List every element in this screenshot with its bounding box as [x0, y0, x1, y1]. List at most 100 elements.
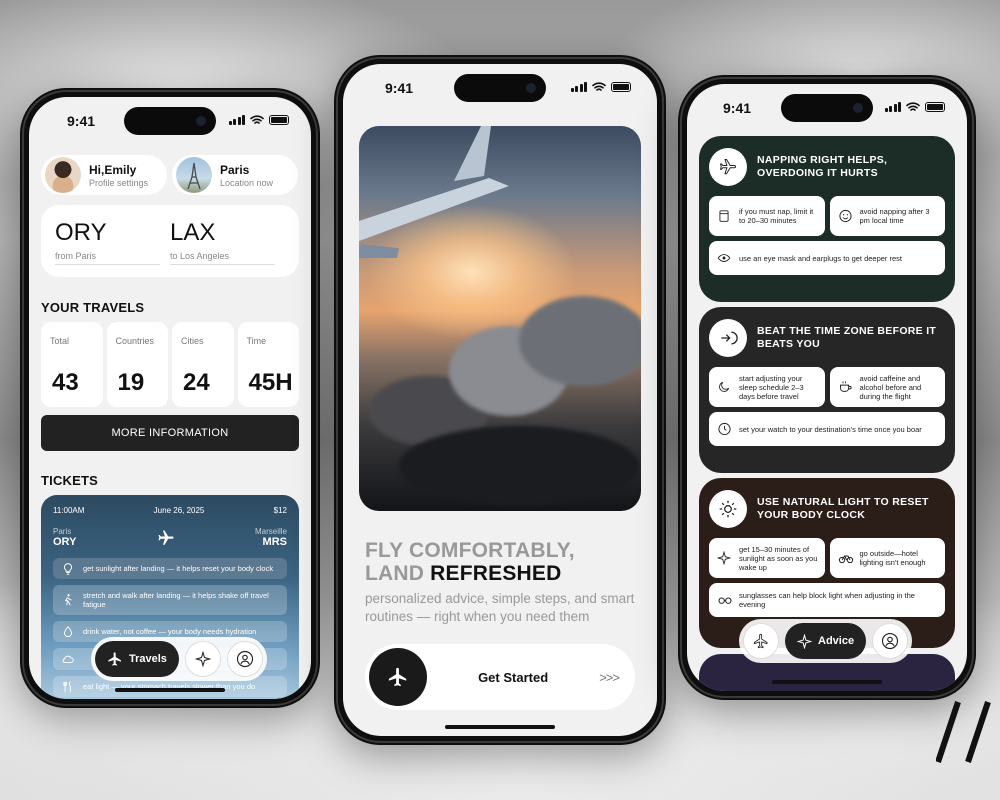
stat-label: Cities: [181, 336, 204, 346]
tip-text: drink water, not coffee — your body need…: [83, 627, 257, 636]
stat-countries: Countries 19: [106, 322, 168, 407]
headline-light: LAND: [365, 562, 431, 586]
card-title: NAPPING RIGHT HELPS, OVERDOING IT HURTS: [757, 153, 888, 179]
advice-card-timezone[interactable]: BEAT THE TIME ZONE BEFORE IT BEATS YOU s…: [699, 307, 955, 473]
profile-text: Hi,Emily Profile settings: [89, 163, 148, 188]
lightbulb-icon: [64, 562, 72, 575]
plane-icon: [158, 530, 174, 545]
route-to: LAX to Los Angeles: [170, 205, 285, 277]
tip-text: sunglasses can help block light when adj…: [739, 591, 915, 609]
airplane-wing-icon: [359, 126, 509, 258]
bottom-nav: Travels: [91, 637, 267, 681]
status-icons: [228, 115, 289, 125]
advice-tip[interactable]: go outside—hotel lighting isn't enough: [829, 538, 945, 578]
profile-icon: [236, 650, 253, 668]
nav-profile-button[interactable]: [226, 641, 263, 677]
card-icon-circle: [709, 319, 747, 357]
stat-time: Time 45H: [237, 322, 299, 407]
more-information-button[interactable]: MORE INFORMATION: [41, 415, 299, 451]
to-code: LAX: [170, 219, 216, 246]
signal-icon: [228, 115, 245, 125]
card-header: BEAT THE TIME ZONE BEFORE IT BEATS YOU: [709, 319, 945, 357]
moon-icon: [719, 381, 730, 392]
advice-tip[interactable]: set your watch to your destination's tim…: [709, 412, 945, 446]
stat-value: 19: [117, 369, 145, 396]
sparkle-icon: [797, 633, 812, 649]
profile-pill[interactable]: Hi,Emily Profile settings: [41, 155, 167, 195]
avatar: [45, 157, 81, 193]
location-subtitle: Location now: [220, 177, 274, 188]
home-indicator[interactable]: [445, 725, 555, 729]
wifi-icon: [250, 115, 264, 124]
from-code: ORY: [55, 219, 107, 246]
cloud-shape: [519, 296, 641, 386]
stat-value: 24: [183, 369, 210, 396]
advice-tip[interactable]: avoid caffeine and alcohol before and du…: [829, 367, 945, 407]
stat-total: Total 43: [41, 322, 103, 407]
plane-icon: [108, 652, 121, 666]
sun-icon: [719, 500, 737, 518]
ticket-route: Paris ORY Marseille MRS: [41, 515, 299, 548]
home-indicator[interactable]: [772, 680, 882, 684]
location-pill[interactable]: Paris Location now: [172, 155, 298, 195]
home-indicator[interactable]: [115, 688, 225, 692]
advice-tip[interactable]: if you must nap, limit it to 20–30 minut…: [709, 196, 825, 236]
stat-cities: Cities 24: [172, 322, 234, 407]
stat-label: Total: [50, 336, 70, 346]
advice-tip[interactable]: use an eye mask and earplugs to get deep…: [709, 241, 945, 275]
headline-line-2: LAND REFRESHED: [365, 562, 575, 585]
nav-advice-button[interactable]: [184, 641, 221, 677]
smiley-icon: [838, 209, 852, 223]
plane-icon: [753, 633, 768, 649]
tip-text: set your watch to your destination's tim…: [739, 424, 922, 434]
headline: FLY COMFORTABLY, LAND REFRESHED: [365, 539, 575, 585]
tip-text: avoid napping after 3 pm local time: [859, 207, 930, 225]
profile-name: Hi,Emily: [89, 162, 137, 177]
cloud-icon: [62, 655, 74, 663]
ticket-price: $12: [273, 506, 287, 515]
sunglasses-icon: [718, 597, 732, 604]
nav-travels-button[interactable]: [743, 623, 779, 659]
stat-label: Time: [246, 336, 267, 346]
water-icon: [64, 625, 72, 637]
tip-text: go outside—hotel lighting isn't enough: [859, 549, 926, 567]
signal-icon: [570, 82, 587, 92]
signal-icon: [884, 102, 901, 112]
route-from: ORY from Paris: [55, 205, 170, 277]
nav-active-label: Advice: [818, 635, 855, 647]
advice-tip[interactable]: get 15–30 minutes of sunlight as soon as…: [709, 538, 825, 578]
nav-travels-button[interactable]: Travels: [95, 641, 179, 677]
status-icons: [884, 102, 945, 112]
chevrons-right-icon: >>>: [599, 669, 620, 685]
hero-image: [359, 126, 641, 511]
nav-advice-button[interactable]: Advice: [785, 623, 867, 659]
advice-tip[interactable]: sunglasses can help block light when adj…: [709, 583, 945, 617]
sparkle-icon: [717, 551, 731, 565]
status-time: 9:41: [67, 113, 96, 129]
advice-tip[interactable]: avoid napping after 3 pm local time: [829, 196, 945, 236]
card-tiles: if you must nap, limit it to 20–30 minut…: [709, 196, 945, 275]
card-header: USE NATURAL LIGHT TO RESET YOUR BODY CLO…: [709, 490, 945, 528]
status-icons: [570, 82, 631, 92]
ticket-to-code: MRS: [262, 536, 287, 548]
profile-subtitle: Profile settings: [89, 177, 149, 188]
bicycle-icon: [838, 555, 853, 564]
status-time: 9:41: [385, 80, 414, 96]
bottom-nav: Advice: [739, 619, 913, 663]
nav-profile-button[interactable]: [872, 623, 909, 659]
card-icon-circle: [709, 148, 747, 186]
welcome-screen: 9:41 FLY COMFORTABLY, LAND REFRESHED per…: [343, 64, 657, 736]
route-card[interactable]: ORY from Paris LAX to Los Angeles: [41, 205, 299, 277]
stat-value: 43: [52, 369, 79, 396]
your-travels-title: YOUR TRAVELS: [41, 300, 145, 315]
headline-line-1: FLY COMFORTABLY,: [365, 539, 575, 562]
ticket-tip[interactable]: stretch and walk after landing — it help…: [53, 585, 287, 615]
advice-tip[interactable]: start adjusting your sleep schedule 2–3 …: [709, 367, 825, 407]
wifi-icon: [906, 102, 920, 111]
nav-active-label: Travels: [129, 653, 167, 665]
ticket-tip[interactable]: get sunlight after landing — it helps re…: [53, 558, 287, 579]
get-started-button[interactable]: Get Started >>>: [365, 644, 635, 710]
card-title: BEAT THE TIME ZONE BEFORE IT BEATS YOU: [757, 324, 937, 350]
advice-card-napping[interactable]: NAPPING RIGHT HELPS, OVERDOING IT HURTS …: [699, 136, 955, 302]
card-header: NAPPING RIGHT HELPS, OVERDOING IT HURTS: [709, 148, 945, 186]
